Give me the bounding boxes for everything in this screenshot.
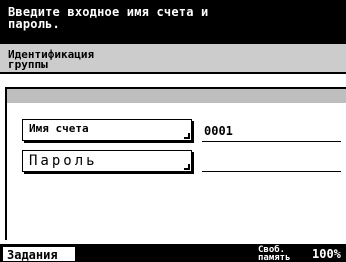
free-memory-value: 100% <box>312 247 341 261</box>
password-label: Пароль <box>29 153 98 169</box>
group-title-band: Идентификация группы <box>0 44 346 72</box>
free-memory-label: Своб. память <box>258 245 291 262</box>
input-panel-header <box>7 89 346 103</box>
instruction-text: Введите входное имя счета и пароль. <box>8 5 209 31</box>
group-title: Идентификация группы <box>8 48 95 71</box>
password-button[interactable]: Пароль <box>22 150 192 172</box>
password-underline <box>202 171 341 172</box>
account-name-value: 0001 <box>204 124 233 138</box>
instruction-bar: Введите входное имя счета и пароль. <box>0 0 346 44</box>
jobs-button[interactable]: Задания <box>2 246 76 262</box>
login-screen: Введите входное имя счета и пароль. Иден… <box>0 0 346 262</box>
account-name-label: Имя счета <box>29 122 89 135</box>
account-name-button[interactable]: Имя счета <box>22 119 192 141</box>
account-name-underline <box>202 141 341 142</box>
corner-mark-icon <box>184 164 190 170</box>
jobs-label: Задания <box>7 248 58 262</box>
corner-mark-icon <box>184 133 190 139</box>
divider <box>0 72 346 74</box>
